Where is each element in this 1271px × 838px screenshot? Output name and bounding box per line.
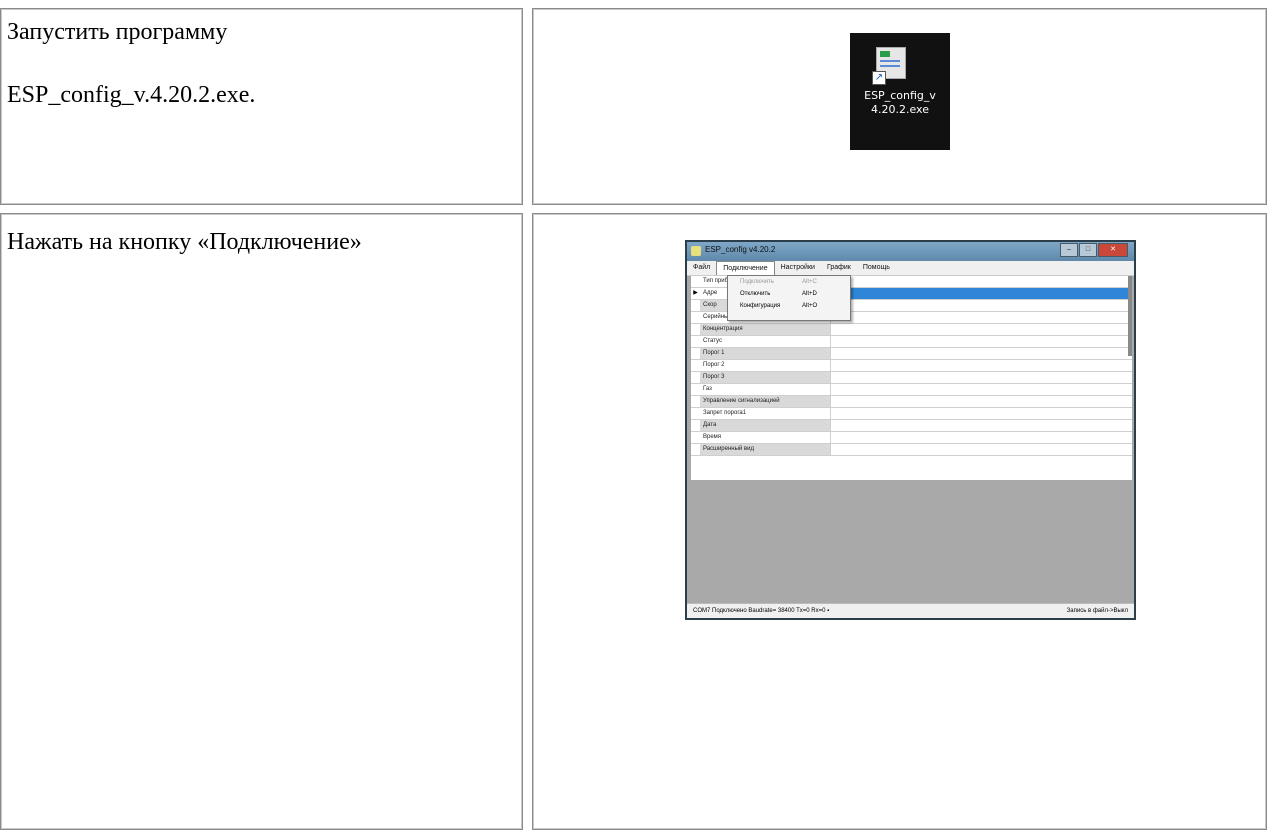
menu-bar: Файл Подключение Настройки График Помощь [687,261,1134,276]
table-row[interactable]: Управление сигнализацией [691,396,1132,408]
instruction-table: Запустить программу ESP_config_v.4.20.2.… [0,0,1271,838]
window-titlebar: ESP_config v4.20.2 – □ ✕ [687,242,1134,261]
menu-connection[interactable]: Подключение [716,261,775,275]
vertical-scrollbar[interactable] [1128,276,1132,356]
menu-settings[interactable]: Настройки [775,261,821,275]
menu-help[interactable]: Помощь [857,261,896,275]
minimize-icon[interactable]: – [1060,243,1078,257]
instruction-text: Нажать на кнопку «Подключение» [7,229,362,255]
shortcut-label: ESP_config_v 4.20.2.exe [864,89,936,116]
status-connection: COM7 Подключено Baudrate= 38400 Tx=0 Rx=… [693,608,830,614]
status-bar: COM7 Подключено Baudrate= 38400 Tx=0 Rx=… [687,603,1134,618]
table-row[interactable]: Газ [691,384,1132,396]
shortcut-arrow-icon: ↗ [872,71,886,85]
menu-item-configuration[interactable]: Конфигурация Alt+O [728,300,850,312]
close-icon[interactable]: ✕ [1098,243,1128,257]
menu-file[interactable]: Файл [687,261,716,275]
instruction-line-2: ESP_config_v.4.20.2.exe. [7,82,256,108]
menu-graph[interactable]: График [821,261,857,275]
table-row[interactable]: Порог 2 [691,360,1132,372]
table-row[interactable]: Порог 1 [691,348,1132,360]
app-icon [691,246,701,256]
desktop-shortcut[interactable]: ↗ ESP_config_v 4.20.2.exe [850,33,950,150]
window-title: ESP_config v4.20.2 [705,245,776,254]
table-row[interactable]: Статус [691,336,1132,348]
table-row[interactable]: Концентрация [691,324,1132,336]
row-pointer-icon: ▶ [693,290,698,296]
table-row[interactable]: Порог 3 [691,372,1132,384]
table-row[interactable]: Расширенный вид [691,444,1132,456]
connection-dropdown-menu: Подключить Alt+C Отключить Alt+D Конфигура… [727,275,851,321]
menu-item-connect[interactable]: Подключить Alt+C [728,276,850,288]
table-row[interactable]: Дата [691,420,1132,432]
row2-instruction-cell: Нажать на кнопку «Подключение» [0,213,523,830]
esp-config-window: ESP_config v4.20.2 – □ ✕ Файл Подключени… [685,240,1136,620]
instruction-line-1: Запустить программу [7,19,228,45]
maximize-icon[interactable]: □ [1079,243,1097,257]
menu-item-disconnect[interactable]: Отключить Alt+D [728,288,850,300]
table-row[interactable]: Запрет порога1 [691,408,1132,420]
table-row[interactable]: Время [691,432,1132,444]
row1-instruction-cell: Запустить программу ESP_config_v.4.20.2.… [0,8,523,205]
status-file-logging: Запись в файл->Выкл [1066,608,1128,614]
